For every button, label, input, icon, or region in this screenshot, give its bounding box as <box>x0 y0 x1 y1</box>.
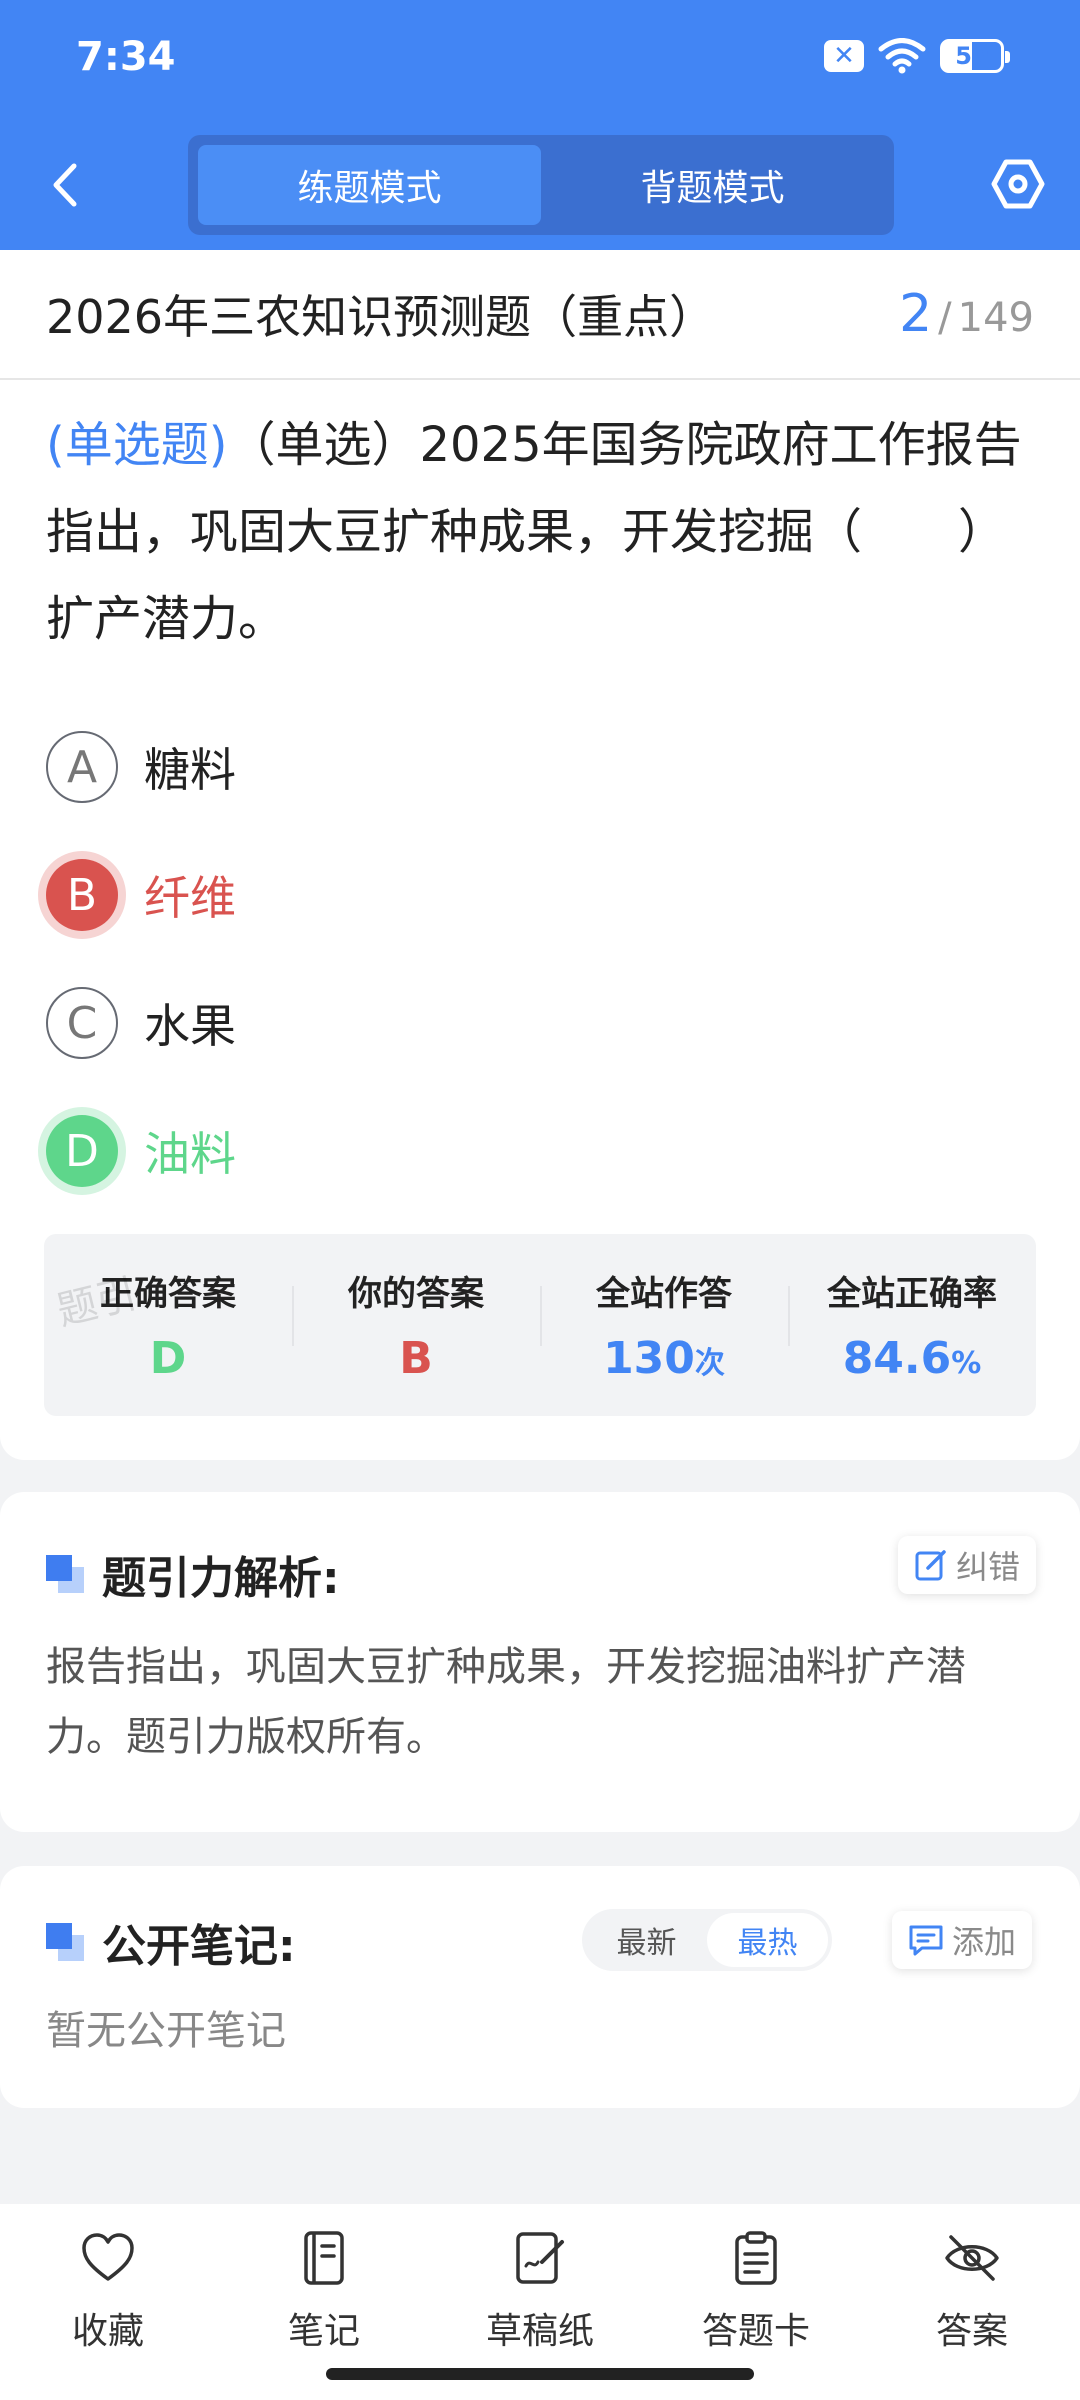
add-note-button[interactable]: 添加 <box>892 1911 1033 1969</box>
stat-value: B <box>399 1333 433 1384</box>
add-note-label: 添加 <box>952 1923 1017 1961</box>
stat-label: 全站作答 <box>596 1274 732 1314</box>
analysis-text: 报告指出，巩固大豆扩种成果，开发挖掘油料扩产潜力。题引力版权所有。 <box>46 1644 966 1760</box>
chevron-left-icon <box>53 163 77 207</box>
option-b[interactable]: B 纤维 <box>0 831 1080 959</box>
bottom-label: 草稿纸 <box>485 2311 594 2352</box>
status-time: 7:34 <box>76 34 176 80</box>
draft-paper-icon <box>510 2228 570 2288</box>
settings-button[interactable] <box>988 154 1048 214</box>
option-text: 纤维 <box>144 871 236 925</box>
stat-value: D <box>149 1333 187 1384</box>
stat-site-accuracy: 全站正确率 84.6% <box>788 1266 1036 1384</box>
answer-card-icon <box>726 2228 786 2288</box>
favorite-button[interactable]: 收藏 <box>0 2204 216 2400</box>
battery-icon: 50 <box>940 39 1010 73</box>
analysis-title: 题引力解析: <box>102 1553 340 1604</box>
option-text: 水果 <box>144 999 236 1053</box>
question-progress: 2 / 149 <box>899 284 1034 344</box>
option-letter: B <box>46 859 118 931</box>
tab-recite-mode[interactable]: 背题模式 <box>541 145 884 225</box>
total-questions: 149 <box>957 295 1034 341</box>
stat-unit: % <box>951 1346 982 1381</box>
mode-switch: 练题模式 背题模式 <box>188 135 894 235</box>
stat-value: 84.6% <box>788 1333 1036 1384</box>
current-question-number: 2 <box>899 284 933 344</box>
stat-label: 你的答案 <box>348 1274 484 1314</box>
status-icons: ✕ 50 <box>824 38 1010 74</box>
tab-practice-mode[interactable]: 练题模式 <box>198 145 541 225</box>
option-letter: D <box>46 1115 118 1187</box>
show-answer-button[interactable]: 答案 <box>864 2204 1080 2400</box>
question-type-label: (单选题) <box>46 417 228 473</box>
notes-empty-text: 暂无公开笔记 <box>46 2008 286 2054</box>
bottom-label: 答案 <box>935 2311 1008 2352</box>
home-indicator[interactable] <box>326 2368 754 2380</box>
option-text: 糖料 <box>144 743 236 797</box>
report-error-label: 纠错 <box>956 1548 1021 1586</box>
stat-site-answers: 全站作答 130次 <box>540 1266 788 1384</box>
section-icon <box>46 1555 84 1593</box>
app-header: 7:34 ✕ 50 练题模式 背题模式 <box>0 0 1080 250</box>
eye-off-icon <box>942 2228 1002 2288</box>
wifi-icon <box>878 38 926 74</box>
options-list: A 糖料 B 纤维 C 水果 D 油料 <box>0 703 1080 1215</box>
analysis-header: 题引力解析: <box>46 1542 340 1606</box>
bottom-label: 收藏 <box>71 2311 144 2352</box>
section-icon <box>46 1923 84 1961</box>
progress-separator: / <box>938 295 952 341</box>
option-text: 油料 <box>144 1127 236 1181</box>
stat-number: 130 <box>603 1333 695 1384</box>
answer-stats-panel: 正确答案 D 你的答案 B 全站作答 130次 全站正确率 84.6% <box>44 1234 1036 1416</box>
stat-value: 130次 <box>540 1333 788 1384</box>
notebook-icon <box>294 2228 354 2288</box>
sort-latest[interactable]: 最新 <box>586 1913 707 1967</box>
notification-close-icon: ✕ <box>824 40 864 72</box>
edit-icon <box>915 1550 946 1581</box>
back-button[interactable] <box>40 155 90 215</box>
question-card: 2026年三农知识预测题（重点） 2 / 149 (单选题)（单选）2025年国… <box>0 250 1080 1460</box>
hexagon-settings-icon <box>991 159 1045 209</box>
option-letter: A <box>46 731 118 803</box>
sort-hottest[interactable]: 最热 <box>707 1913 828 1967</box>
heart-icon <box>78 2228 138 2288</box>
notes-title: 公开笔记: <box>102 1921 296 1972</box>
bottom-label: 笔记 <box>287 2311 360 2352</box>
analysis-card: 题引力解析: 纠错 报告指出，巩固大豆扩种成果，开发挖掘油料扩产潜力。题引力版权… <box>0 1492 1080 1832</box>
battery-level: 50 <box>955 42 989 70</box>
public-notes-card: 公开笔记: 最新 最热 添加 暂无公开笔记 <box>0 1866 1080 2108</box>
stat-unit: 次 <box>694 1346 725 1381</box>
stat-your-answer: 你的答案 B <box>292 1266 540 1384</box>
option-c[interactable]: C 水果 <box>0 959 1080 1087</box>
report-error-button[interactable]: 纠错 <box>898 1536 1037 1594</box>
option-a[interactable]: A 糖料 <box>0 703 1080 831</box>
exam-title-row: 2026年三农知识预测题（重点） 2 / 149 <box>0 250 1080 380</box>
exam-title: 2026年三农知识预测题（重点） <box>46 290 716 344</box>
notes-sort-toggle: 最新 最热 <box>582 1909 832 1971</box>
stat-number: 84.6 <box>842 1333 952 1384</box>
comment-add-icon <box>909 1925 943 1956</box>
option-letter: C <box>46 987 118 1059</box>
option-d[interactable]: D 油料 <box>0 1087 1080 1215</box>
question-stem: (单选题)（单选）2025年国务院政府工作报告指出，巩固大豆扩种成果，开发挖掘（… <box>0 380 1080 663</box>
notes-header: 公开笔记: <box>46 1910 296 1974</box>
bottom-label: 答题卡 <box>701 2311 810 2352</box>
stat-label: 全站正确率 <box>827 1274 997 1314</box>
